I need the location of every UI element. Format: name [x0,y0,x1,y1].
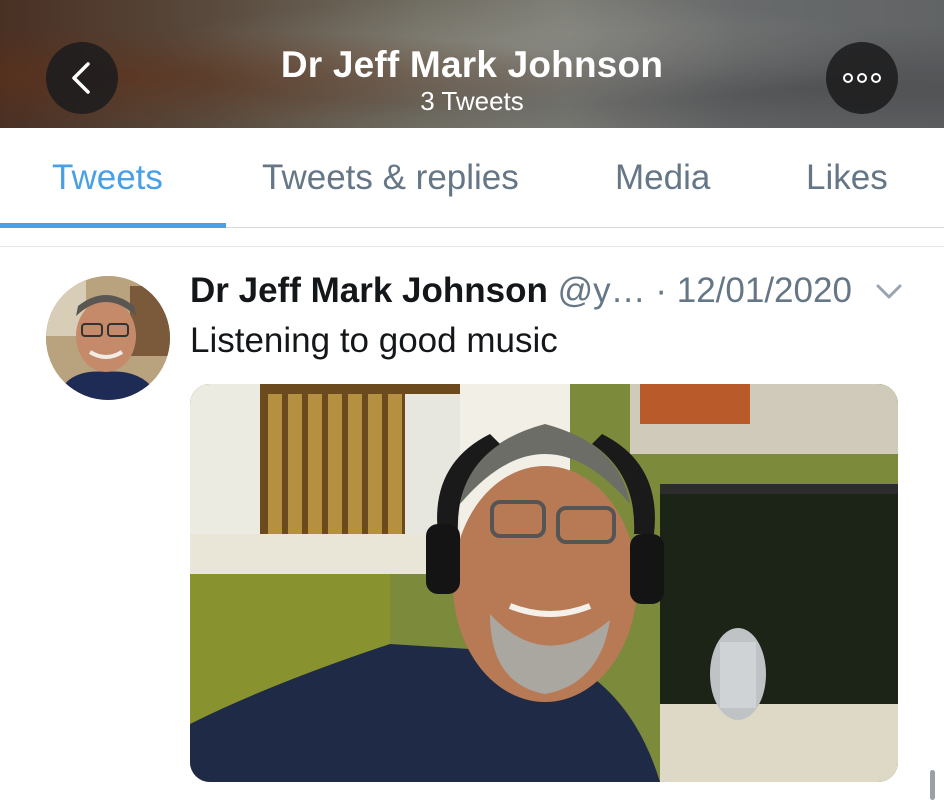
tab-tweets-and-replies[interactable]: Tweets & replies [262,158,519,198]
more-button[interactable] [826,42,898,114]
section-divider [0,246,944,247]
photo-image [190,384,898,782]
tweet-header: Dr Jeff Mark Johnson @y… · 12/01/2020 [190,270,852,312]
tweet-media-photo[interactable] [190,384,898,782]
active-tab-indicator [0,223,226,228]
tab-media[interactable]: Media [615,158,710,198]
profile-header: Dr Jeff Mark Johnson 3 Tweets [0,0,944,128]
tweet-date[interactable]: 12/01/2020 [677,271,852,310]
profile-tabs: Tweets Tweets & replies Media Likes [0,128,944,228]
avatar[interactable] [46,276,170,400]
profile-name-title: Dr Jeff Mark Johnson [280,44,664,85]
tweet-author-name[interactable]: Dr Jeff Mark Johnson [190,271,548,310]
chevron-down-icon[interactable] [876,284,902,300]
tab-likes[interactable]: Likes [806,158,888,198]
more-dots-icon [843,73,881,83]
tweet-count: 3 Tweets [420,86,524,116]
tweet-text: Listening to good music [190,321,558,360]
tab-tweets[interactable]: Tweets [52,158,163,198]
scrollbar[interactable] [930,770,935,800]
tweet-author-handle[interactable]: @y… [558,271,646,310]
avatar-photo [46,276,170,400]
tweet-separator: · [655,271,668,310]
